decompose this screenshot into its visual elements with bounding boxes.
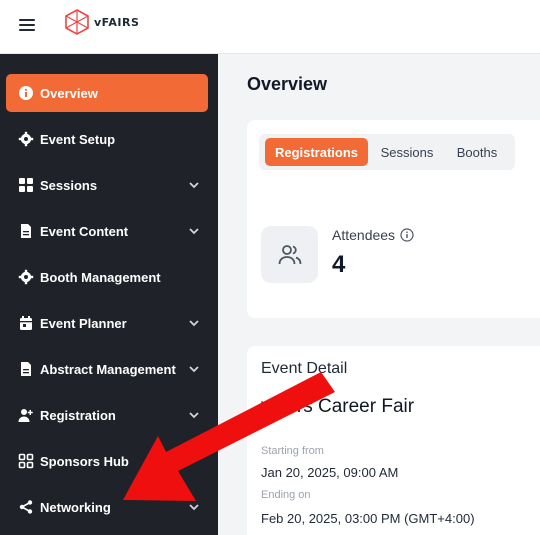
user-plus-icon: [18, 407, 34, 423]
document-icon: [18, 223, 34, 239]
sidebar-item-label: Booth Management: [40, 269, 161, 285]
sidebar-item-event-content[interactable]: Event Content: [6, 212, 208, 250]
sidebar-item-abstract-management[interactable]: Abstract Management: [6, 350, 208, 388]
stats-card: Registrations Sessions Booths Attendees …: [247, 120, 540, 318]
calendar-icon: [18, 315, 34, 331]
sidebar-item-event-planner[interactable]: Event Planner: [6, 304, 208, 342]
end-value: Feb 20, 2025, 03:00 PM (GMT+4:00): [261, 511, 475, 526]
sidebar-item-label: Abstract Management: [40, 361, 176, 377]
sidebar: Overview Event Setup Sessions Event Cont…: [0, 54, 218, 535]
grid-icon: [18, 177, 34, 193]
attendees-count: 4: [332, 251, 346, 278]
tab-registrations[interactable]: Registrations: [265, 138, 368, 166]
event-name: vFairs Career Fair: [261, 396, 415, 417]
tab-sessions[interactable]: Sessions: [371, 138, 443, 166]
attendees-icon: [261, 226, 318, 283]
tab-bar: Registrations Sessions Booths: [259, 134, 515, 170]
sidebar-item-booth-management[interactable]: Booth Management: [6, 258, 208, 296]
top-bar: vFAIRS: [0, 0, 540, 54]
sidebar-item-sessions[interactable]: Sessions: [6, 166, 208, 204]
tab-booths[interactable]: Booths: [447, 138, 507, 166]
chevron-down-icon: [189, 182, 199, 189]
chevron-down-icon: [189, 412, 199, 419]
start-value: Jan 20, 2025, 09:00 AM: [261, 465, 399, 480]
menu-icon[interactable]: [17, 14, 39, 36]
logo-text: vFAIRS: [94, 15, 140, 29]
page-title: Overview: [247, 74, 328, 94]
sidebar-item-overview[interactable]: Overview: [6, 74, 208, 112]
gear-icon: [18, 269, 34, 285]
document-icon: [18, 361, 34, 377]
chevron-down-icon: [189, 504, 199, 511]
info-icon: [18, 85, 34, 101]
sidebar-item-registration[interactable]: Registration: [6, 396, 208, 434]
chevron-down-icon: [189, 228, 199, 235]
logo: vFAIRS: [64, 8, 139, 36]
chevron-down-icon: [189, 366, 199, 373]
sidebar-item-label: Overview: [40, 85, 98, 101]
attendees-label-text: Attendees: [332, 227, 396, 243]
info-icon[interactable]: [400, 228, 414, 242]
event-detail-heading: Event Detail: [261, 360, 348, 377]
sidebar-item-label: Sessions: [40, 177, 98, 193]
sidebar-item-label: Sponsors Hub: [40, 453, 129, 469]
sidebar-item-label: Event Planner: [40, 315, 127, 331]
sidebar-item-label: Event Content: [40, 223, 129, 239]
sidebar-item-sponsors-hub[interactable]: Sponsors Hub: [6, 442, 208, 480]
sidebar-item-label: Event Setup: [40, 131, 116, 147]
sidebar-item-networking[interactable]: Networking: [6, 488, 208, 526]
end-label: Ending on: [261, 489, 311, 501]
sidebar-item-label: Registration: [40, 407, 116, 423]
share-icon: [18, 499, 34, 515]
attendees-label: Attendees: [332, 227, 414, 243]
event-detail-card: Event Detail vFairs Career Fair Starting…: [247, 346, 540, 535]
apps-icon: [18, 453, 34, 469]
sidebar-item-label: Networking: [40, 499, 111, 515]
gear-icon: [18, 131, 34, 147]
sidebar-item-event-setup[interactable]: Event Setup: [6, 120, 208, 158]
start-label: Starting from: [261, 445, 324, 457]
chevron-down-icon: [189, 320, 199, 327]
logo-mark-icon: [65, 9, 89, 35]
